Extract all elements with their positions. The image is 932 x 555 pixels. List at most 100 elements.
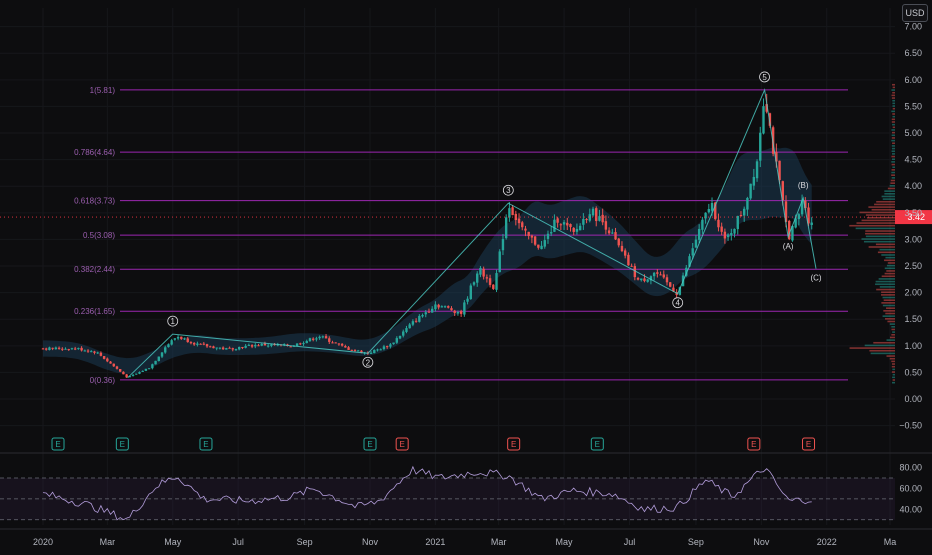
candle-body[interactable] <box>398 335 402 339</box>
candle-body[interactable] <box>289 346 292 348</box>
candle-body[interactable] <box>810 222 813 225</box>
candle-body[interactable] <box>373 349 376 354</box>
candle-body[interactable] <box>697 228 701 240</box>
candle-body[interactable] <box>202 343 206 345</box>
candle-body[interactable] <box>559 224 563 226</box>
candle-body[interactable] <box>492 284 495 289</box>
candle-body[interactable] <box>61 348 64 350</box>
candle-body[interactable] <box>347 347 350 350</box>
candle-body[interactable] <box>498 251 501 273</box>
candle-body[interactable] <box>556 218 559 223</box>
candle-body[interactable] <box>334 342 337 344</box>
candle-body[interactable] <box>434 304 437 310</box>
candle-body[interactable] <box>636 278 640 280</box>
candle-body[interactable] <box>540 245 543 250</box>
candle-body[interactable] <box>469 285 472 300</box>
candle-body[interactable] <box>353 350 357 352</box>
candle-body[interactable] <box>125 374 128 378</box>
candle-body[interactable] <box>141 370 144 372</box>
candle-body[interactable] <box>379 349 382 351</box>
candle-body[interactable] <box>302 343 305 345</box>
candle-body[interactable] <box>463 302 466 315</box>
candle-body[interactable] <box>369 352 373 354</box>
candle-body[interactable] <box>691 248 694 256</box>
candle-body[interactable] <box>318 336 321 339</box>
candle-body[interactable] <box>77 348 80 350</box>
candle-body[interactable] <box>199 343 202 345</box>
candle-body[interactable] <box>106 358 109 362</box>
candle-body[interactable] <box>357 350 360 352</box>
candle-body[interactable] <box>546 233 550 239</box>
candle-body[interactable] <box>186 338 189 343</box>
candle-body[interactable] <box>311 338 315 340</box>
candle-body[interactable] <box>723 231 727 239</box>
candle-body[interactable] <box>411 321 415 325</box>
candle-body[interactable] <box>173 338 177 340</box>
candle-body[interactable] <box>112 363 115 367</box>
candle-body[interactable] <box>45 348 48 350</box>
candle-body[interactable] <box>430 308 434 313</box>
candle-body[interactable] <box>170 340 173 345</box>
candle-body[interactable] <box>70 348 74 350</box>
candle-body[interactable] <box>147 368 151 370</box>
candle-body[interactable] <box>749 183 752 199</box>
candle-body[interactable] <box>376 349 379 351</box>
candle-body[interactable] <box>611 232 614 234</box>
candle-body[interactable] <box>733 228 736 234</box>
candle-body[interactable] <box>328 338 331 342</box>
candle-body[interactable] <box>135 373 138 375</box>
candle-body[interactable] <box>472 282 476 285</box>
candle-body[interactable] <box>627 254 630 266</box>
candle-body[interactable] <box>630 265 633 267</box>
candle-body[interactable] <box>257 345 260 347</box>
candle-body[interactable] <box>157 356 160 362</box>
candle-body[interactable] <box>604 221 608 230</box>
candle-body[interactable] <box>427 311 431 313</box>
candle-body[interactable] <box>694 239 698 248</box>
candle-body[interactable] <box>640 278 643 281</box>
candle-body[interactable] <box>118 369 122 372</box>
candle-body[interactable] <box>527 231 530 237</box>
candle-body[interactable] <box>553 219 556 232</box>
candle-body[interactable] <box>308 338 312 341</box>
candle-body[interactable] <box>337 343 341 345</box>
candle-body[interactable] <box>623 250 627 256</box>
candle-body[interactable] <box>392 342 395 345</box>
candle-body[interactable] <box>90 351 93 353</box>
chart-container[interactable]: 1(5.81) 0.786(4.64) 0.618(3.73) 0.5(3.08) 0.… <box>0 0 932 550</box>
candle-body[interactable] <box>344 346 347 348</box>
candle-body[interactable] <box>701 219 704 230</box>
candle-body[interactable] <box>41 348 45 350</box>
candle-body[interactable] <box>260 343 263 346</box>
candle-body[interactable] <box>254 344 257 347</box>
candle-body[interactable] <box>739 215 743 217</box>
candle-body[interactable] <box>659 274 662 276</box>
candle-body[interactable] <box>601 214 604 223</box>
candle-body[interactable] <box>421 315 424 317</box>
candle-body[interactable] <box>665 277 669 283</box>
candle-body[interactable] <box>652 272 656 277</box>
candle-body[interactable] <box>80 347 83 351</box>
candle-body[interactable] <box>614 232 617 240</box>
candle-body[interactable] <box>726 234 730 238</box>
candle-body[interactable] <box>48 347 51 351</box>
candle-body[interactable] <box>517 218 521 224</box>
candle-body[interactable] <box>382 346 386 350</box>
candle-body[interactable] <box>476 273 479 283</box>
candle-body[interactable] <box>209 346 212 348</box>
candle-body[interactable] <box>99 352 103 356</box>
candle-body[interactable] <box>591 208 595 216</box>
candle-body[interactable] <box>340 343 344 346</box>
candle-body[interactable] <box>543 240 546 247</box>
candle-body[interactable] <box>521 222 524 228</box>
candle-body[interactable] <box>83 350 87 352</box>
candle-body[interactable] <box>424 312 427 315</box>
candle-body[interactable] <box>562 222 566 225</box>
candle-body[interactable] <box>321 336 325 338</box>
candle-body[interactable] <box>662 274 665 278</box>
candle-body[interactable] <box>215 347 218 349</box>
candle-body[interactable] <box>405 328 408 332</box>
candle-body[interactable] <box>704 212 707 219</box>
candle-body[interactable] <box>575 228 579 232</box>
candle-body[interactable] <box>122 371 125 375</box>
